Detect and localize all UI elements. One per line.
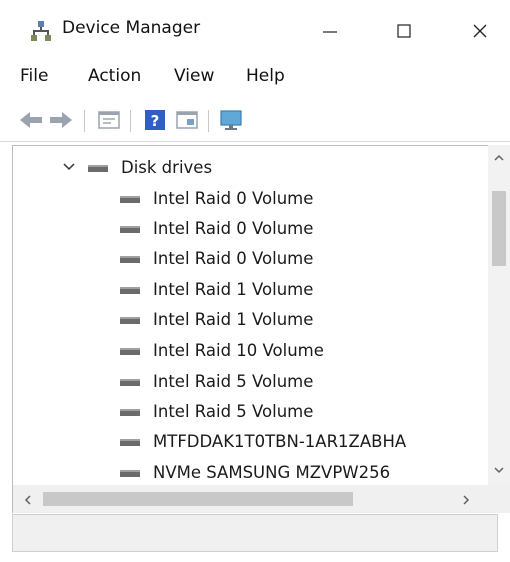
device-label: NVMe SAMSUNG MZVPW256 bbox=[153, 462, 391, 482]
tree-device[interactable]: Intel Raid 0 Volume bbox=[119, 183, 313, 213]
menu-bar: File Action View Help bbox=[0, 58, 510, 96]
disk-drive-icon bbox=[88, 165, 108, 172]
horizontal-scroll-thumb[interactable] bbox=[43, 492, 353, 506]
disk-drive-icon bbox=[120, 317, 140, 324]
tree-device[interactable]: MTFDDAK1T0TBN-1AR1ZABHA bbox=[119, 426, 406, 456]
scrollbar-corner bbox=[488, 485, 510, 513]
device-manager-window: Device Manager File Action View Help ? D… bbox=[0, 0, 510, 562]
category-label: Disk drives bbox=[121, 157, 213, 177]
minimize-icon bbox=[323, 31, 337, 33]
properties-icon[interactable] bbox=[96, 108, 122, 132]
minimize-button[interactable] bbox=[310, 14, 350, 48]
status-bar bbox=[12, 514, 498, 552]
disk-drive-icon bbox=[120, 470, 140, 477]
tree-device[interactable]: Intel Raid 1 Volume bbox=[119, 304, 313, 334]
tree-device[interactable]: Intel Raid 5 Volume bbox=[119, 396, 313, 426]
maximize-icon bbox=[397, 24, 411, 38]
vertical-scroll-thumb[interactable] bbox=[492, 191, 506, 266]
disk-drive-icon bbox=[120, 379, 140, 386]
toolbar-separator bbox=[208, 110, 209, 132]
forward-arrow-icon[interactable] bbox=[48, 108, 74, 132]
vertical-scrollbar[interactable] bbox=[488, 145, 510, 485]
device-label: Intel Raid 5 Volume bbox=[153, 401, 314, 421]
scroll-left-icon[interactable] bbox=[23, 494, 33, 506]
device-label: MTFDDAK1T0TBN-1AR1ZABHA bbox=[153, 431, 407, 451]
device-label: Intel Raid 5 Volume bbox=[153, 371, 314, 391]
device-label: Intel Raid 0 Volume bbox=[153, 218, 314, 238]
close-icon bbox=[473, 24, 487, 38]
monitor-icon[interactable] bbox=[218, 108, 244, 132]
device-label: Intel Raid 1 Volume bbox=[153, 309, 314, 329]
back-arrow-icon[interactable] bbox=[18, 108, 44, 132]
toolbar-separator bbox=[130, 110, 131, 132]
maximize-button[interactable] bbox=[384, 14, 424, 48]
title-bar[interactable]: Device Manager bbox=[0, 0, 510, 56]
scroll-down-icon[interactable] bbox=[493, 465, 505, 475]
device-label: Intel Raid 0 Volume bbox=[153, 188, 314, 208]
disk-drive-icon bbox=[120, 226, 140, 233]
scroll-up-icon[interactable] bbox=[493, 153, 505, 163]
tree-device[interactable]: Intel Raid 0 Volume bbox=[119, 243, 313, 273]
menu-help[interactable]: Help bbox=[246, 66, 285, 86]
toolbar-separator bbox=[84, 110, 85, 132]
tree-device[interactable]: Intel Raid 10 Volume bbox=[119, 335, 324, 365]
disk-drive-icon bbox=[120, 256, 140, 263]
menu-file[interactable]: File bbox=[20, 66, 48, 86]
disk-drive-icon bbox=[120, 409, 140, 416]
device-label: Intel Raid 10 Volume bbox=[153, 340, 324, 360]
update-driver-icon[interactable] bbox=[174, 108, 200, 132]
device-label: Intel Raid 0 Volume bbox=[153, 248, 314, 268]
disk-drive-icon bbox=[120, 439, 140, 446]
toolbar: ? bbox=[0, 100, 510, 142]
disk-drive-icon bbox=[120, 348, 140, 355]
tree-device[interactable]: Intel Raid 1 Volume bbox=[119, 274, 313, 304]
disk-drive-icon bbox=[120, 287, 140, 294]
disk-drive-icon bbox=[120, 196, 140, 203]
help-icon[interactable]: ? bbox=[142, 108, 168, 132]
device-manager-icon bbox=[30, 20, 52, 42]
tree-device[interactable]: Intel Raid 0 Volume bbox=[119, 213, 313, 243]
close-button[interactable] bbox=[460, 14, 500, 48]
horizontal-scrollbar[interactable] bbox=[12, 485, 488, 513]
tree-category-disk-drives[interactable]: Disk drives bbox=[61, 152, 212, 182]
svg-text:?: ? bbox=[151, 112, 160, 130]
menu-action[interactable]: Action bbox=[88, 66, 141, 86]
window-title: Device Manager bbox=[62, 18, 201, 38]
device-tree[interactable]: Disk drives Intel Raid 0 Volume Intel Ra… bbox=[12, 145, 496, 485]
chevron-down-icon[interactable] bbox=[61, 159, 77, 175]
device-label: Intel Raid 1 Volume bbox=[153, 279, 314, 299]
tree-device[interactable]: NVMe SAMSUNG MZVPW256 bbox=[119, 457, 390, 485]
tree-device[interactable]: Intel Raid 5 Volume bbox=[119, 366, 313, 396]
scroll-right-icon[interactable] bbox=[461, 494, 471, 506]
menu-view[interactable]: View bbox=[174, 66, 214, 86]
